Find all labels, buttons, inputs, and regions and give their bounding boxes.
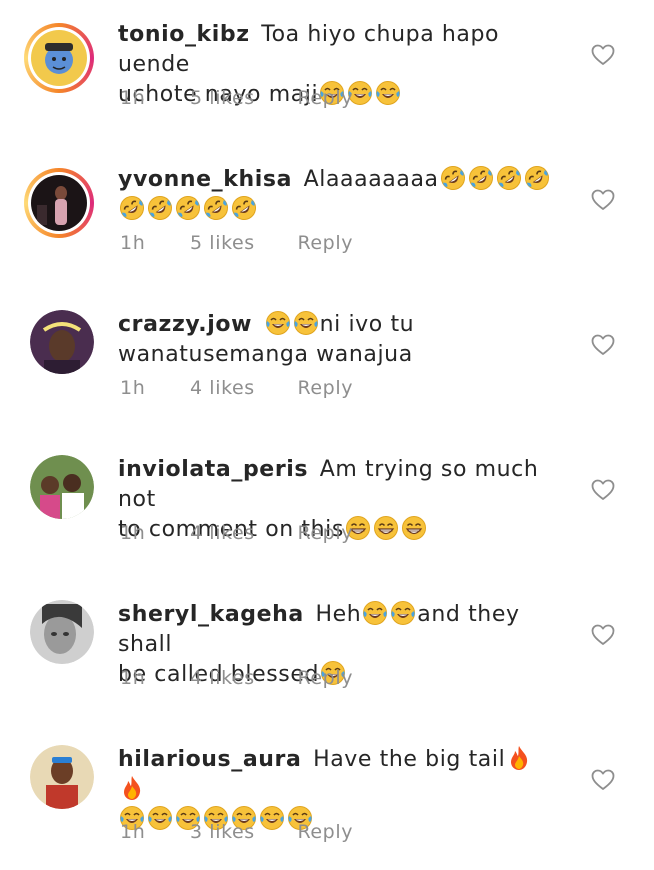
- comment-username[interactable]: yvonne_khisa: [118, 167, 292, 192]
- comment-likes[interactable]: 5 likes: [190, 87, 255, 109]
- comment-item: tonio_kibz Toa hiyo chupa hapo uende uch…: [0, 0, 654, 145]
- avatar[interactable]: [24, 168, 94, 238]
- heart-outline-icon[interactable]: [591, 624, 615, 646]
- comment-text: crazzy.jow ni ivo tu wanatusemanga wanaj…: [118, 310, 568, 370]
- avatar[interactable]: [30, 310, 94, 374]
- reply-button[interactable]: Reply: [297, 232, 353, 254]
- face-with-tears-of-joy-emoji: [293, 310, 319, 336]
- comment-body: Alaaaaaaaa: [303, 167, 439, 192]
- rolling-on-floor-laughing-emoji: [203, 195, 229, 221]
- reply-button[interactable]: Reply: [297, 667, 353, 689]
- fire-emoji: [506, 745, 532, 771]
- rolling-on-floor-laughing-emoji: [119, 195, 145, 221]
- comment-text: yvonne_khisa Alaaaaaaaa: [118, 165, 568, 225]
- comment-item: crazzy.jow ni ivo tu wanatusemanga wanaj…: [0, 290, 654, 435]
- heart-outline-icon[interactable]: [591, 44, 615, 66]
- comment-time: 1h: [120, 232, 146, 254]
- fire-emoji: [119, 775, 145, 801]
- comment-username[interactable]: tonio_kibz: [118, 22, 250, 47]
- heart-outline-icon[interactable]: [591, 769, 615, 791]
- comment-time: 1h: [120, 667, 146, 689]
- face-with-tears-of-joy-emoji: [265, 310, 291, 336]
- comment-meta: 1h 3 likes Reply: [120, 821, 391, 843]
- comment-item: hilarious_aura Have the big tail 1h 3 li…: [0, 725, 654, 870]
- comment-meta: 1h 5 likes Reply: [120, 87, 391, 109]
- rolling-on-floor-laughing-emoji: [440, 165, 466, 191]
- comment-likes[interactable]: 4 likes: [190, 667, 255, 689]
- comment-username[interactable]: hilarious_aura: [118, 747, 301, 772]
- avatar[interactable]: [24, 23, 94, 93]
- comment-likes[interactable]: 4 likes: [190, 377, 255, 399]
- heart-outline-icon[interactable]: [591, 189, 615, 211]
- rolling-on-floor-laughing-emoji: [524, 165, 550, 191]
- heart-outline-icon[interactable]: [591, 479, 615, 501]
- rolling-on-floor-laughing-emoji: [147, 195, 173, 221]
- comment-meta: 1h 4 likes Reply: [120, 377, 391, 399]
- comment-username[interactable]: crazzy.jow: [118, 312, 252, 337]
- comment-likes[interactable]: 3 likes: [190, 821, 255, 843]
- reply-button[interactable]: Reply: [297, 821, 353, 843]
- rolling-on-floor-laughing-emoji: [175, 195, 201, 221]
- face-with-tears-of-joy-emoji: [390, 600, 416, 626]
- comments-list: tonio_kibz Toa hiyo chupa hapo uende uch…: [0, 0, 654, 859]
- comment-item: sheryl_kageha Heh and they shall be calle…: [0, 580, 654, 725]
- comment-item: yvonne_khisa Alaaaaaaaa 1h 5 likes Reply: [0, 145, 654, 290]
- comment-likes[interactable]: 5 likes: [190, 232, 255, 254]
- comment-time: 1h: [120, 821, 146, 843]
- comment-item: inviolata_peris Am trying so much not to…: [0, 435, 654, 580]
- comment-meta: 1h 5 likes Reply: [120, 232, 391, 254]
- grinning-face-with-smiling-eyes-emoji: [401, 515, 427, 541]
- comment-body: Have the big tail: [313, 747, 506, 772]
- rolling-on-floor-laughing-emoji: [468, 165, 494, 191]
- comment-body: ni ivo tu: [319, 312, 415, 337]
- comment-username[interactable]: inviolata_peris: [118, 457, 308, 482]
- face-with-tears-of-joy-emoji: [362, 600, 388, 626]
- avatar[interactable]: [30, 455, 94, 519]
- reply-button[interactable]: Reply: [297, 377, 353, 399]
- reply-button[interactable]: Reply: [297, 522, 353, 544]
- heart-outline-icon[interactable]: [591, 334, 615, 356]
- comment-meta: 1h 4 likes Reply: [120, 522, 391, 544]
- comment-time: 1h: [120, 377, 146, 399]
- comment-time: 1h: [120, 87, 146, 109]
- reply-button[interactable]: Reply: [297, 87, 353, 109]
- comment-body: Heh: [315, 602, 362, 627]
- comment-body-line2: wanatusemanga wanajua: [118, 342, 413, 367]
- rolling-on-floor-laughing-emoji: [231, 195, 257, 221]
- comment-likes[interactable]: 4 likes: [190, 522, 255, 544]
- avatar[interactable]: [30, 745, 94, 809]
- comment-username[interactable]: sheryl_kageha: [118, 602, 304, 627]
- comment-meta: 1h 4 likes Reply: [120, 667, 391, 689]
- avatar[interactable]: [30, 600, 94, 664]
- rolling-on-floor-laughing-emoji: [496, 165, 522, 191]
- comment-time: 1h: [120, 522, 146, 544]
